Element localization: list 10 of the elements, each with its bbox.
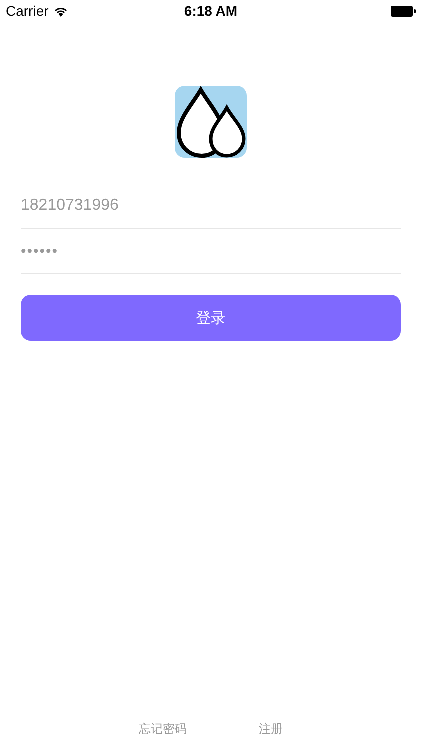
phone-input-field[interactable]: 18210731996 <box>21 197 401 215</box>
app-logo-icon <box>175 86 247 158</box>
register-link[interactable]: 注册 <box>259 721 283 738</box>
battery-icon <box>391 6 416 16</box>
login-button[interactable]: 登录 <box>21 295 401 341</box>
carrier-name: Carrier <box>6 3 49 19</box>
wifi-icon <box>54 6 68 16</box>
password-input-field[interactable]: •••••• <box>21 242 401 260</box>
forgot-password-link[interactable]: 忘记密码 <box>139 721 187 738</box>
clock-time: 6:18 AM <box>184 3 238 19</box>
